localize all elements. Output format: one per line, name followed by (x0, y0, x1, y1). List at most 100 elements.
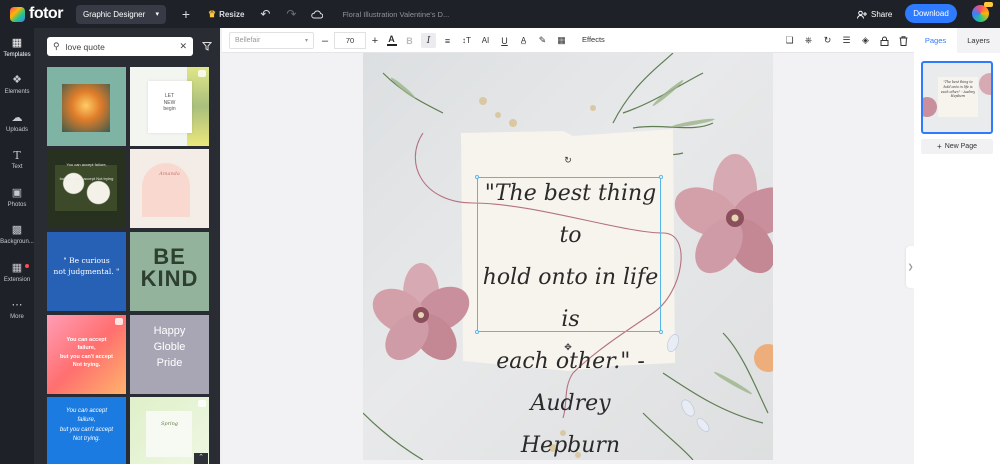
uploads-icon: ☁ (11, 112, 23, 124)
rail-item-elements[interactable]: ❖ Elements (0, 74, 34, 95)
design-canvas[interactable]: "The best thing to hold onto in life is … (363, 53, 773, 460)
rail-label: Backgroun... (0, 239, 34, 245)
template-card[interactable]: You can accept failure, but you can't ac… (47, 149, 126, 228)
bold-button[interactable]: B (402, 33, 417, 48)
rotate-icon[interactable]: ↻ (820, 33, 835, 48)
vip-badge-icon (984, 2, 993, 7)
template-card[interactable]: BE KIND (130, 232, 209, 311)
template-card-inner (146, 411, 192, 457)
italic-button[interactable]: I (421, 33, 436, 48)
template-card[interactable]: " Be curious not judgmental. " (47, 232, 126, 311)
pages-panel: Pages Layers "The best thing to hold ont… (914, 28, 1000, 464)
logo-text: fotor (29, 5, 63, 22)
rail-item-extension[interactable]: ▦ Extension (0, 262, 34, 283)
lock-icon[interactable] (877, 33, 892, 48)
text-color-button[interactable]: A (384, 33, 399, 48)
mode-select[interactable]: Graphic Designer ▾ (76, 4, 166, 24)
template-card[interactable]: You can accept failure, but you can't ac… (47, 397, 126, 464)
highlight-icon[interactable]: ✎ (535, 33, 550, 48)
document-title[interactable]: Floral Illustration Valentine's D... (342, 10, 462, 19)
template-card[interactable]: LET NEW begin (130, 67, 209, 146)
template-card[interactable] (47, 67, 126, 146)
template-card[interactable]: Happy Globle Pride (130, 315, 209, 394)
search-input[interactable]: ⚲ love quote ✕ (47, 37, 193, 56)
template-text: Happy Globle Pride (153, 325, 186, 369)
font-family-select[interactable]: Bellefair ▾ (229, 32, 314, 49)
line-spacing-icon[interactable]: ↕T (459, 33, 474, 48)
scroll-top-button[interactable]: ⌃ (194, 453, 208, 464)
side-rail: ▦ Templates ❖ Elements ☁ Uploads T Text … (0, 28, 34, 464)
undo-icon[interactable]: ↶ (258, 4, 272, 24)
text-color-icon: A (388, 34, 395, 44)
decrease-size-button[interactable]: – (318, 35, 332, 47)
rail-item-templates[interactable]: ▦ Templates (0, 37, 34, 58)
resize-button[interactable]: ♛ Resize (208, 4, 244, 24)
cloud-save-icon[interactable] (310, 4, 324, 24)
tab-layers[interactable]: Layers (957, 28, 1000, 53)
rail-item-text[interactable]: T Text (0, 149, 34, 170)
text-style-icon[interactable]: A̲ (516, 33, 531, 48)
layers-icon[interactable]: ◈ (858, 33, 873, 48)
template-card[interactable]: You can accept failure, but you can't ac… (47, 315, 126, 394)
filter-icon[interactable] (202, 41, 212, 51)
elements-icon: ❖ (12, 74, 22, 86)
font-name: Bellefair (235, 37, 261, 44)
delete-icon[interactable] (896, 33, 911, 48)
rail-item-more[interactable]: ⋯ More (0, 299, 34, 320)
move-handle-icon[interactable]: ✥ (563, 342, 573, 352)
position-icon[interactable]: ⎈ (801, 33, 816, 48)
plus-icon: + (937, 142, 942, 151)
redo-icon[interactable]: ↷ (284, 4, 298, 24)
template-card[interactable]: Amanda (130, 149, 209, 228)
add-button[interactable]: + (178, 4, 194, 24)
new-page-button[interactable]: + New Page (921, 139, 993, 154)
duplicate-icon[interactable]: ❏ (782, 33, 797, 48)
rail-item-photos[interactable]: ▣ Photos (0, 187, 34, 208)
resize-handle[interactable] (659, 330, 663, 334)
font-case-icon[interactable]: AI (478, 33, 493, 48)
thumb-flower (979, 73, 991, 95)
rail-label: Extension (3, 277, 31, 283)
new-page-label: New Page (944, 143, 977, 150)
search-icon: ⚲ (53, 41, 60, 51)
chevron-down-icon: ▾ (155, 11, 159, 18)
fotor-logo-icon (10, 6, 25, 22)
tab-pages[interactable]: Pages (914, 28, 957, 53)
page-thumbnail[interactable]: "The best thing to hold onto in life is … (921, 61, 993, 134)
effects-button[interactable]: Effects (582, 35, 605, 44)
rail-label: More (10, 314, 24, 320)
font-size-input[interactable]: 70 (334, 32, 366, 49)
share-button[interactable]: Share (857, 4, 892, 24)
template-text: Spring (160, 421, 179, 427)
search-value: love quote (65, 41, 105, 52)
premium-icon (198, 70, 206, 77)
align-center-icon[interactable]: ≡ (440, 33, 455, 48)
align-icon[interactable]: ☰ (839, 33, 854, 48)
clear-icon[interactable]: ✕ (179, 41, 187, 52)
rail-label: Photos (7, 202, 27, 208)
resize-handle[interactable] (475, 175, 479, 179)
resize-handle[interactable] (659, 175, 663, 179)
rail-item-uploads[interactable]: ☁ Uploads (0, 112, 34, 133)
top-bar: fotor Graphic Designer ▾ + ♛ Resize ↶ ↷ … (0, 0, 1000, 28)
quote-line: Audrey Hepburn (520, 391, 621, 458)
rail-label: Elements (4, 89, 30, 95)
rail-item-background[interactable]: ▩ Backgroun... (0, 224, 34, 245)
pages-tabs: Pages Layers (914, 28, 1000, 53)
rotate-handle-icon[interactable]: ↻ (563, 155, 573, 165)
template-text: You can accept failure, but you can't ac… (60, 337, 113, 368)
font-size-control: – 70 + (318, 32, 382, 49)
resize-handle[interactable] (475, 330, 479, 334)
color-swatch (386, 44, 397, 46)
download-button[interactable]: Download (905, 4, 957, 23)
background-icon: ▩ (11, 224, 23, 236)
canvas-area: "The best thing to hold onto in life is … (222, 53, 914, 464)
increase-size-button[interactable]: + (368, 35, 382, 47)
template-text: You can accept failure, but you can't ac… (59, 408, 114, 442)
underline-button[interactable]: U (497, 33, 512, 48)
templates-panel: ⚲ love quote ✕ LET NEW begin You can acc… (34, 28, 220, 464)
fotor-logo[interactable]: fotor (10, 5, 70, 23)
texture-icon[interactable]: ▦ (554, 33, 569, 48)
share-icon (857, 10, 867, 19)
rail-label: Templates (3, 52, 31, 58)
